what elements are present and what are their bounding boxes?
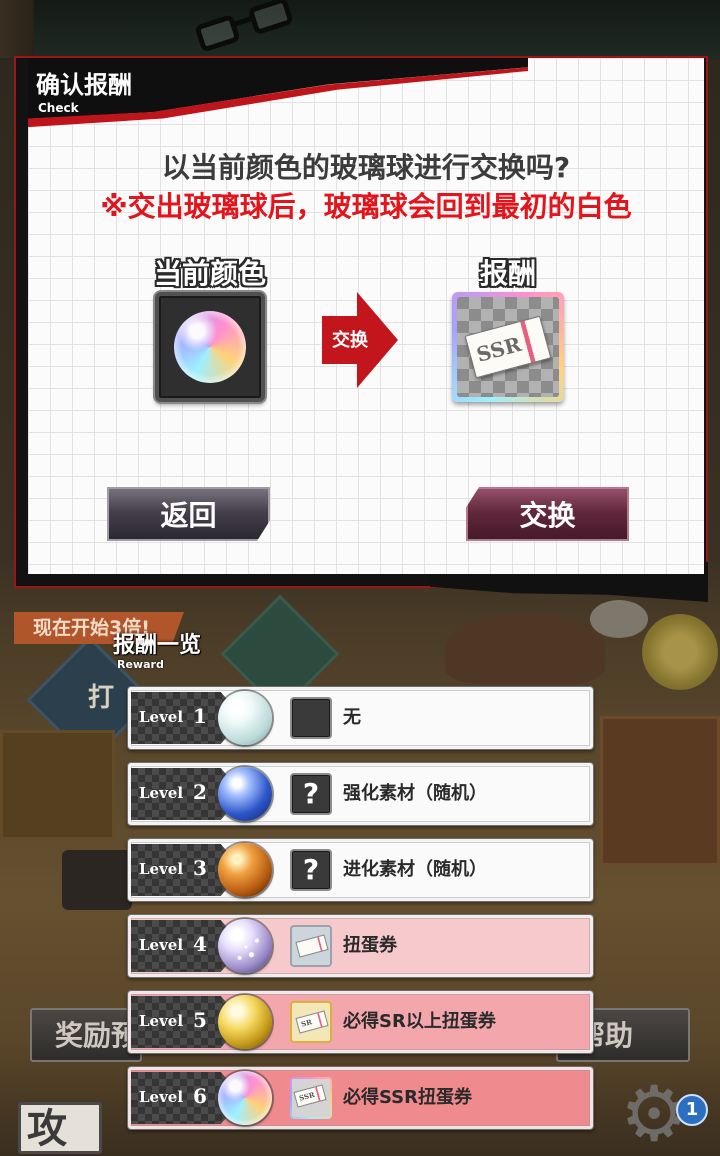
level-number: 2: [193, 780, 207, 804]
empty-slot-icon: [290, 697, 332, 739]
level-label: Level: [139, 1088, 184, 1106]
orange-glass-ball-icon: [218, 843, 272, 897]
cabinet-decoration: [600, 716, 720, 866]
back-button[interactable]: 返回: [107, 487, 270, 541]
warning-text: ※交出玻璃球后，玻璃球会回到最初的白色: [100, 190, 632, 223]
background-partial-text: 打: [88, 683, 115, 713]
clear-glass-ball-icon: [218, 691, 272, 745]
cabinet-decoration: [0, 730, 115, 840]
level-number: 1: [193, 704, 207, 728]
reward-row-level-3: Level 3 ? 进化素材（随机）: [127, 838, 594, 902]
blue-glass-ball-icon: [218, 767, 272, 821]
back-button-label: 返回: [160, 499, 217, 532]
ticket-graphic: [295, 934, 329, 958]
board-frame: [0, 0, 34, 58]
ssr-ticket-icon: SSR: [464, 315, 552, 379]
question-mark: ?: [302, 777, 320, 810]
reward-list-subtitle: Reward: [117, 658, 164, 671]
current-color-label: 当前颜色: [153, 257, 266, 290]
level-number: 4: [193, 932, 207, 956]
level-label: Level: [139, 784, 184, 802]
level-number: 3: [193, 856, 207, 880]
background-object: [62, 850, 132, 910]
reward-row-level-6: Level 6 SSR 必得SSR扭蛋券: [127, 1066, 594, 1130]
ticket-graphic: SR: [295, 1010, 329, 1034]
mystery-item-icon: ?: [290, 773, 332, 815]
character-hat-decoration: [445, 612, 605, 684]
reward-row-level-4: Level 4 扭蛋券: [127, 914, 594, 978]
reward-row-level-2: Level 2 ? 强化素材（随机）: [127, 762, 594, 826]
level-label: Level: [139, 1012, 184, 1030]
exchange-button-label: 交换: [519, 499, 576, 532]
ssr-ticket-icon: SSR: [290, 1077, 332, 1119]
chalkboard-background: [0, 0, 720, 58]
reward-name: 扭蛋券: [343, 935, 397, 956]
starry-glass-ball-icon: [218, 919, 272, 973]
reward-item-slot: SSR: [452, 292, 564, 402]
sr-ticket-icon: SR: [290, 1001, 332, 1043]
gold-glass-ball-icon: [218, 995, 272, 1049]
speech-bubble-decoration: [590, 600, 648, 638]
reward-preview-button[interactable]: 奖励预: [30, 1008, 142, 1062]
reward-name: 无: [343, 707, 361, 728]
mystery-item-icon: ?: [290, 849, 332, 891]
reward-name: 必得SSR扭蛋券: [343, 1087, 472, 1108]
stamp-text: 攻: [27, 1106, 67, 1152]
level-number: 5: [193, 1008, 207, 1032]
level-label: Level: [139, 708, 184, 726]
gacha-ticket-icon: [290, 925, 332, 967]
exchange-button[interactable]: 交换: [466, 487, 629, 541]
level-number: 6: [193, 1084, 207, 1108]
current-ball-slot: [155, 292, 265, 402]
rainbow-glass-ball-icon: [174, 311, 246, 383]
strategy-stamp-button[interactable]: 攻: [18, 1102, 102, 1154]
question-mark: ?: [302, 853, 320, 886]
rainbow-glass-ball-icon: [218, 1071, 272, 1125]
confirm-question: 以当前颜色的玻璃球进行交换吗?: [161, 151, 571, 184]
reward-row-level-5: Level 5 SR 必得SR以上扭蛋券: [127, 990, 594, 1054]
reward-row-level-1: Level 1 无: [127, 686, 594, 750]
reward-label: 报酬: [479, 257, 536, 290]
level-label: Level: [139, 936, 184, 954]
arrow-label: 交换: [332, 330, 368, 351]
reward-name: 进化素材（随机）: [343, 859, 487, 880]
reward-name: 强化素材（随机）: [343, 783, 487, 804]
notification-badge: 1: [676, 1094, 708, 1126]
level-label: Level: [139, 860, 184, 878]
ticket-graphic: SSR: [293, 1084, 327, 1108]
dialog-subtitle: Check: [38, 101, 79, 115]
dialog-title: 确认报酬: [36, 71, 132, 99]
reward-name: 必得SR以上扭蛋券: [343, 1011, 496, 1032]
reward-list-title: 报酬一览: [113, 633, 202, 658]
flower-decoration: [642, 614, 718, 690]
